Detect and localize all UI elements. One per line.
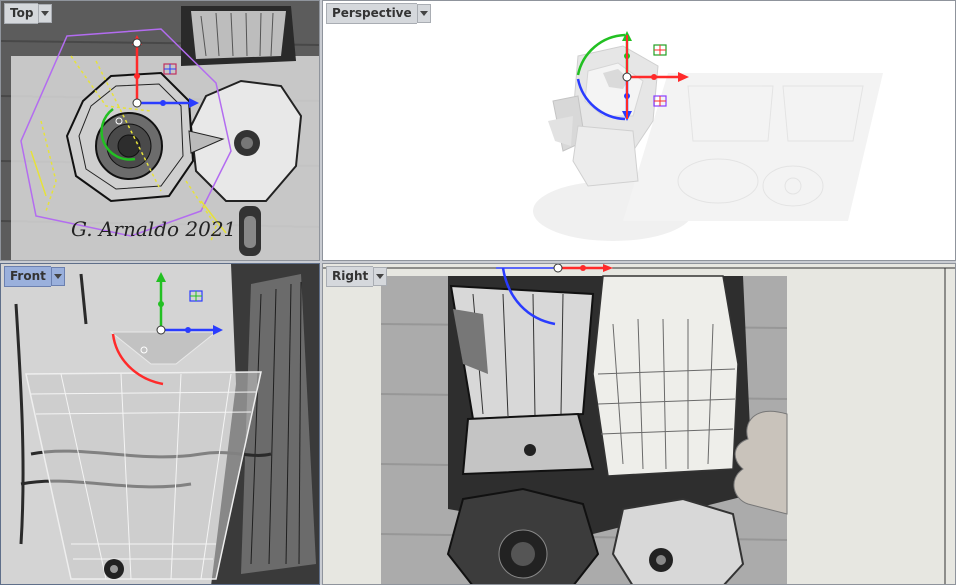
viewport-tab-top[interactable]: Top (4, 3, 53, 24)
viewport-top[interactable]: Top G. Arnaldo 2021 (0, 0, 320, 261)
viewport-front[interactable]: Front (0, 263, 320, 585)
chevron-down-icon[interactable] (50, 267, 65, 286)
chevron-down-icon[interactable] (38, 4, 53, 23)
perspective-viewport-scene[interactable] (323, 1, 956, 261)
viewport-tab-right[interactable]: Right (326, 266, 388, 287)
viewport-label[interactable]: Top (4, 3, 39, 24)
viewport-tab-perspective[interactable]: Perspective (326, 3, 431, 24)
chevron-down-icon[interactable] (416, 4, 431, 23)
viewport-label[interactable]: Right (326, 266, 374, 287)
viewport-label[interactable]: Perspective (326, 3, 417, 24)
viewport-tab-front[interactable]: Front (4, 266, 65, 287)
front-viewport-scene[interactable] (1, 264, 320, 585)
top-viewport-scene[interactable]: G. Arnaldo 2021 (1, 1, 320, 261)
signature-text: G. Arnaldo 2021 (71, 217, 236, 241)
chevron-down-icon[interactable] (373, 267, 388, 286)
viewport-perspective[interactable]: Perspective (322, 0, 956, 261)
viewport-right[interactable]: Right (322, 263, 956, 585)
right-viewport-scene[interactable] (323, 264, 956, 585)
viewport-label[interactable]: Front (4, 266, 51, 287)
